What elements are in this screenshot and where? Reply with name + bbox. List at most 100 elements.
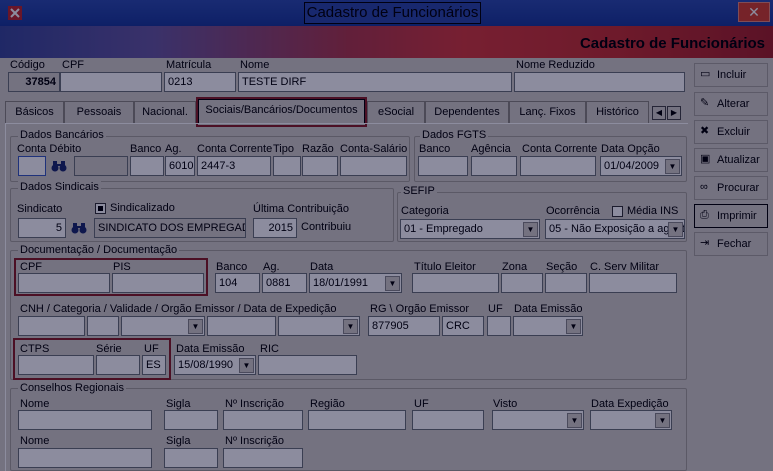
conselho2-inscricao-field[interactable] (223, 448, 303, 468)
conselho-visto-select[interactable]: ▼ (492, 410, 584, 430)
tab-historico[interactable]: Histórico (586, 101, 649, 123)
tab-basicos[interactable]: Básicos (5, 101, 64, 123)
excluir-button[interactable]: ✖ Excluir (694, 120, 768, 144)
cnh-validade-select[interactable]: ▼ (121, 316, 205, 336)
chevron-down-icon[interactable]: ▼ (668, 222, 683, 237)
rg-data-emissao-select[interactable]: ▼ (513, 316, 583, 336)
cnh-data-expedicao-select[interactable]: ▼ (278, 316, 360, 336)
serv-militar-label: C. Serv Militar (590, 261, 660, 273)
chevron-down-icon[interactable]: ▼ (239, 358, 254, 373)
fgts-agencia-field[interactable] (471, 156, 517, 176)
procurar-button[interactable]: ∞ Procurar (694, 176, 768, 200)
rg-uf-label: UF (488, 303, 503, 315)
secao-field[interactable] (545, 273, 587, 293)
cpf-field[interactable] (60, 72, 162, 92)
data-opcao-label: Data Opção (601, 143, 660, 155)
razao-label: Razão (302, 143, 334, 155)
conselho-nome-field[interactable] (18, 410, 152, 430)
imprimir-button[interactable]: ⎙ Imprimir (694, 204, 768, 228)
conta-salario-label: Conta-Salário (340, 143, 408, 155)
header-banner: Cadastro de Funcionários (0, 26, 773, 58)
sindicalizado-label: Sindicalizado (110, 202, 175, 214)
cnh-field[interactable] (18, 316, 85, 336)
incluir-button[interactable]: ▭ Incluir (694, 63, 768, 87)
tab-dependentes[interactable]: Dependentes (425, 101, 509, 123)
conta-salario-field[interactable] (340, 156, 407, 176)
ocorrencia-value: 05 - Não Exposição a agente (549, 223, 685, 235)
atualizar-button[interactable]: ▣ Atualizar (694, 148, 768, 172)
binoculars-icon[interactable] (71, 222, 87, 234)
chevron-down-icon[interactable]: ▼ (385, 276, 400, 291)
conta-debito-field[interactable] (18, 156, 46, 176)
exit-door-icon: ⇥ (700, 237, 710, 249)
categoria-select[interactable]: 01 - Empregado ▼ (400, 219, 540, 239)
conselho2-nome-field[interactable] (18, 448, 152, 468)
matricula-label: Matrícula (166, 59, 212, 71)
fgts-conta-corrente-label: Conta Corrente (522, 143, 598, 155)
chevron-down-icon[interactable]: ▼ (523, 222, 538, 237)
conta-debito-description (74, 156, 128, 176)
tab-scroll-right-icon[interactable]: ▶ (667, 106, 681, 120)
ocorrencia-select[interactable]: 05 - Não Exposição a agente ▼ (545, 219, 685, 239)
ric-label: RIC (260, 343, 279, 355)
sefip-title: SEFIP (401, 185, 437, 197)
tab-esocial[interactable]: eSocial (367, 101, 425, 123)
rg-orgao-field[interactable]: CRC (442, 316, 484, 336)
tab-lanc-fixos[interactable]: Lanç. Fixos (509, 101, 586, 123)
conselho-data-expedicao-select[interactable]: ▼ (590, 410, 672, 430)
rg-field[interactable]: 877905 (368, 316, 440, 336)
binoculars-icon[interactable] (51, 160, 67, 172)
conselho-sigla-field[interactable] (164, 410, 218, 430)
conselho-inscricao-field[interactable] (223, 410, 303, 430)
cnh-categoria-field[interactable] (87, 316, 119, 336)
doc-banco-field[interactable]: 104 (215, 273, 260, 293)
media-ins-checkbox[interactable] (612, 206, 623, 217)
conselho-nome-label: Nome (20, 398, 50, 410)
agencia-field[interactable]: 6010 (165, 156, 195, 176)
conselho2-sigla-field[interactable] (164, 448, 218, 468)
doc-ag-field[interactable]: 0881 (262, 273, 307, 293)
rg-uf-field[interactable] (487, 316, 511, 336)
ultima-contribuicao-field[interactable]: 2015 (253, 218, 297, 238)
tab-scroll-left-icon[interactable]: ◀ (652, 106, 666, 120)
banco-field[interactable] (130, 156, 164, 176)
conselho-regiao-label: Região (310, 398, 345, 410)
sindicato-code-field[interactable]: 5 (18, 218, 66, 238)
ric-field[interactable] (258, 355, 357, 375)
title-bar: Cadastro de Funcionários ✕ (0, 0, 773, 26)
chevron-down-icon[interactable]: ▼ (343, 319, 358, 334)
chevron-down-icon[interactable]: ▼ (566, 319, 581, 334)
conselho-regiao-field[interactable] (308, 410, 406, 430)
chevron-down-icon[interactable]: ▼ (655, 413, 670, 428)
nome-field[interactable]: TESTE DIRF (238, 72, 512, 92)
zona-field[interactable] (501, 273, 543, 293)
tipo-field[interactable] (273, 156, 301, 176)
titulo-eleitor-field[interactable] (412, 273, 499, 293)
dados-fgts-title: Dados FGTS (420, 129, 489, 141)
conselho-uf-field[interactable] (412, 410, 484, 430)
ctps-data-emissao-select[interactable]: 15/08/1990 ▼ (174, 355, 256, 375)
matricula-field[interactable]: 0213 (164, 72, 236, 92)
fechar-button[interactable]: ⇥ Fechar (694, 232, 768, 256)
data-opcao-select[interactable]: 01/04/2009 ▼ (600, 156, 682, 176)
close-button[interactable]: ✕ (738, 2, 770, 22)
serv-militar-field[interactable] (589, 273, 677, 293)
sindicalizado-checkbox[interactable] (95, 203, 106, 214)
doc-data-select[interactable]: 18/01/1991 ▼ (309, 273, 402, 293)
alterar-button[interactable]: ✎ Alterar (694, 92, 768, 116)
doc-ag-label: Ag. (263, 261, 280, 273)
trash-icon: ✖ (700, 125, 710, 137)
conta-corrente-field[interactable]: 2447-3 (197, 156, 271, 176)
chevron-down-icon[interactable]: ▼ (567, 413, 582, 428)
categoria-label: Categoria (401, 205, 449, 217)
fgts-banco-field[interactable] (418, 156, 468, 176)
fgts-conta-corrente-field[interactable] (520, 156, 596, 176)
tab-pessoais[interactable]: Pessoais (64, 101, 134, 123)
chevron-down-icon[interactable]: ▼ (665, 159, 680, 174)
razao-field[interactable] (302, 156, 338, 176)
codigo-field[interactable]: 37854 (8, 72, 60, 92)
chevron-down-icon[interactable]: ▼ (188, 319, 203, 334)
tab-nacional[interactable]: Nacional. (134, 101, 196, 123)
nome-reduzido-field[interactable] (514, 72, 685, 92)
cnh-orgao-field[interactable] (207, 316, 276, 336)
